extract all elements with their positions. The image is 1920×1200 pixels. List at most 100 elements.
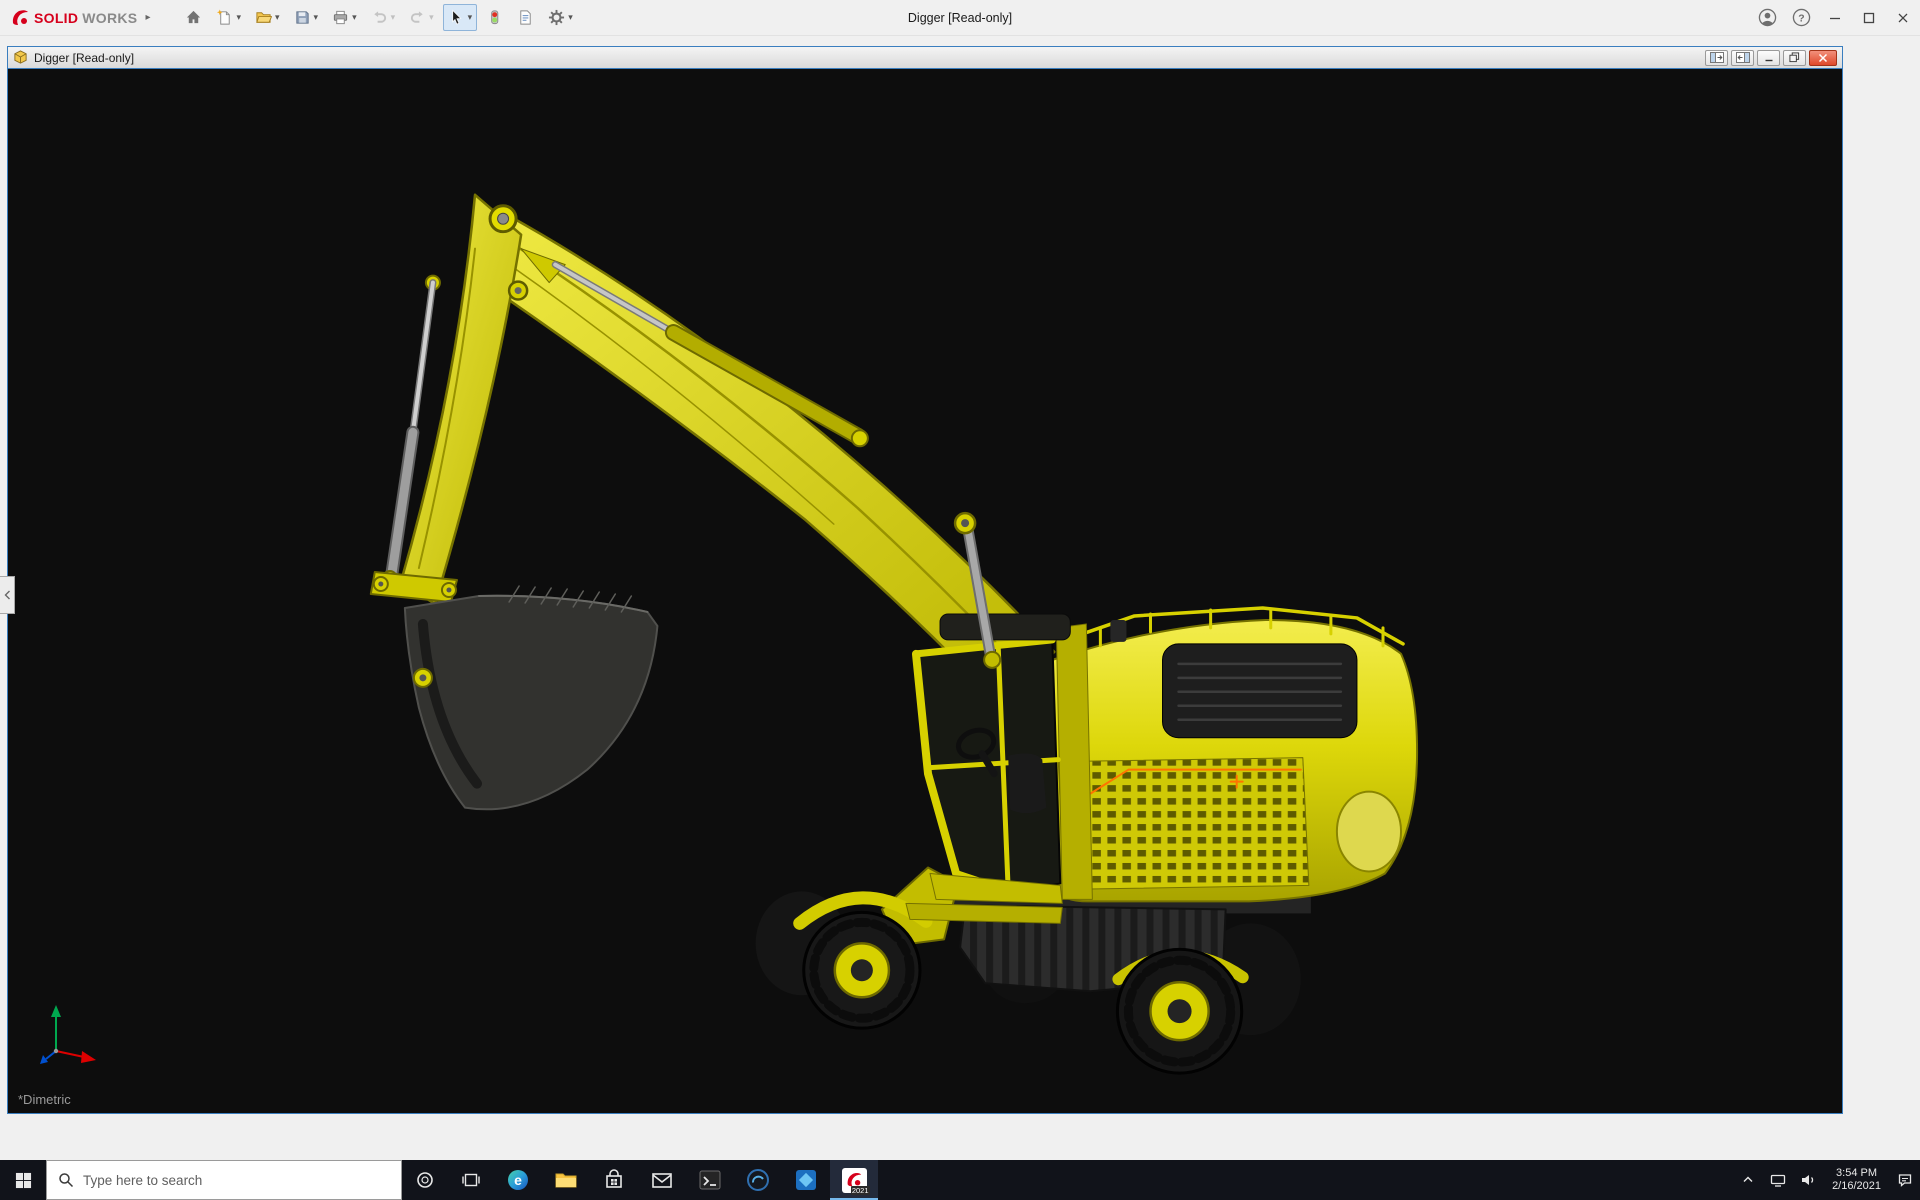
doc-close-button[interactable] <box>1809 50 1837 66</box>
save-button[interactable]: ▾ <box>289 4 324 31</box>
doc-close-icon <box>1818 53 1828 63</box>
svg-text:e: e <box>514 1172 522 1188</box>
brand-works-text: WORKS <box>82 10 137 26</box>
solidworks-brand: SOLIDWORKS <box>0 8 137 28</box>
command-prompt-icon <box>698 1168 722 1192</box>
hidden-icons-button[interactable] <box>1733 1160 1763 1200</box>
maximize-icon <box>1862 11 1876 25</box>
action-center-icon <box>1897 1172 1913 1188</box>
open-folder-icon <box>255 9 272 26</box>
view-orientation-label: *Dimetric <box>18 1092 71 1107</box>
chevron-up-icon <box>1742 1174 1754 1186</box>
doc-minimize-button[interactable] <box>1757 50 1780 66</box>
file-properties-icon <box>517 9 534 26</box>
volume-tray-button[interactable] <box>1793 1160 1823 1200</box>
home-icon <box>185 9 202 26</box>
network-tray-button[interactable] <box>1763 1160 1793 1200</box>
excavator-group <box>371 195 1417 1073</box>
undo-dropdown-arrow[interactable]: ▾ <box>391 12 396 23</box>
display-pane-left-button[interactable] <box>1705 50 1728 66</box>
file-explorer-taskbar-button[interactable] <box>542 1160 590 1200</box>
rebuild-button[interactable] <box>481 4 508 31</box>
select-button[interactable]: ▾ <box>443 4 478 31</box>
redo-icon <box>409 9 426 26</box>
open-button[interactable]: ▾ <box>250 4 285 31</box>
window-title: Digger [Read-only] <box>908 11 1012 25</box>
main-toolbar: ▾ ▾ ▾ ▾ ▾ ▾ ▾ <box>180 4 577 31</box>
user-account-button[interactable] <box>1750 0 1784 36</box>
document-window-buttons <box>1705 50 1837 66</box>
edge-taskbar-button[interactable]: e <box>494 1160 542 1200</box>
print-dropdown-arrow[interactable]: ▾ <box>352 12 357 23</box>
file-properties-button[interactable] <box>512 4 539 31</box>
task-view-button[interactable] <box>448 1160 494 1200</box>
new-document-dropdown-arrow[interactable]: ▾ <box>236 12 241 23</box>
document-titlebar[interactable]: Digger [Read-only] <box>8 47 1842 69</box>
select-dropdown-arrow[interactable]: ▾ <box>468 12 473 23</box>
help-icon: ? <box>1792 8 1811 27</box>
bucket <box>405 586 658 809</box>
system-tray: 3:54 PM 2/16/2021 <box>1733 1160 1920 1200</box>
minimize-button[interactable] <box>1818 0 1852 36</box>
pane-expand-right-icon <box>1736 52 1750 63</box>
feature-pane-collapsed-tab[interactable] <box>0 576 15 614</box>
edrawings-taskbar-button[interactable] <box>734 1160 782 1200</box>
document-window: Digger [Read-only] <box>7 46 1843 1114</box>
help-button[interactable]: ? <box>1784 0 1818 36</box>
command-prompt-taskbar-button[interactable] <box>686 1160 734 1200</box>
graphics-viewport[interactable]: *Dimetric <box>8 69 1842 1113</box>
volume-icon <box>1800 1172 1816 1188</box>
clock-date: 2/16/2021 <box>1832 1180 1881 1193</box>
save-dropdown-arrow[interactable]: ▾ <box>314 12 319 23</box>
doc-minimize-icon <box>1764 53 1774 63</box>
orientation-triad[interactable] <box>36 999 102 1069</box>
brand-solid-text: SOLID <box>34 10 78 26</box>
options-dropdown-arrow[interactable]: ▾ <box>568 12 573 23</box>
taskbar-search[interactable] <box>46 1160 402 1200</box>
save-icon <box>294 9 311 26</box>
front-wheel <box>804 912 920 1028</box>
desktop: { "titlebar": { "brand_solid": "SOLID", … <box>0 0 1920 1200</box>
redo-dropdown-arrow[interactable]: ▾ <box>429 12 434 23</box>
undo-button[interactable]: ▾ <box>366 4 401 31</box>
doc-restore-button[interactable] <box>1783 50 1806 66</box>
edge-icon: e <box>506 1168 530 1192</box>
solidworks-logo-icon <box>10 8 30 28</box>
display-pane-right-button[interactable] <box>1731 50 1754 66</box>
menu-expand-arrow-icon[interactable]: ▸ <box>145 12 150 23</box>
minimize-icon <box>1828 11 1842 25</box>
taskbar-clock[interactable]: 3:54 PM 2/16/2021 <box>1823 1160 1890 1200</box>
home-button[interactable] <box>180 4 207 31</box>
app-titlebar: SOLIDWORKS ▸ ▾ ▾ ▾ ▾ ▾ ▾ <box>0 0 1920 36</box>
mail-taskbar-button[interactable] <box>638 1160 686 1200</box>
svg-text:?: ? <box>1798 13 1804 24</box>
new-document-button[interactable]: ▾ <box>211 4 246 31</box>
start-button[interactable] <box>0 1160 46 1200</box>
rebuild-traffic-light-icon <box>486 9 503 26</box>
cortana-icon <box>416 1171 434 1189</box>
taskbar-search-input[interactable] <box>83 1173 390 1188</box>
print-icon <box>332 9 349 26</box>
action-center-button[interactable] <box>1890 1160 1920 1200</box>
user-account-icon <box>1758 8 1777 27</box>
part-document-icon <box>13 50 28 65</box>
store-icon <box>602 1168 626 1192</box>
store-taskbar-button[interactable] <box>590 1160 638 1200</box>
solidworks-taskbar-button[interactable]: 2021 <box>830 1160 878 1200</box>
search-icon <box>58 1172 74 1188</box>
cortana-button[interactable] <box>402 1160 448 1200</box>
options-button[interactable]: ▾ <box>543 4 578 31</box>
digger-3d-model[interactable] <box>8 69 1842 1113</box>
photos-taskbar-button[interactable] <box>782 1160 830 1200</box>
close-icon <box>1896 11 1910 25</box>
print-button[interactable]: ▾ <box>327 4 362 31</box>
maximize-button[interactable] <box>1852 0 1886 36</box>
redo-button[interactable]: ▾ <box>404 4 439 31</box>
open-dropdown-arrow[interactable]: ▾ <box>275 12 280 23</box>
photos-icon <box>794 1168 818 1192</box>
close-button[interactable] <box>1886 0 1920 36</box>
document-title: Digger [Read-only] <box>34 51 134 65</box>
pane-expand-left-icon <box>1710 52 1724 63</box>
mail-icon <box>650 1168 674 1192</box>
gear-icon <box>548 9 565 26</box>
